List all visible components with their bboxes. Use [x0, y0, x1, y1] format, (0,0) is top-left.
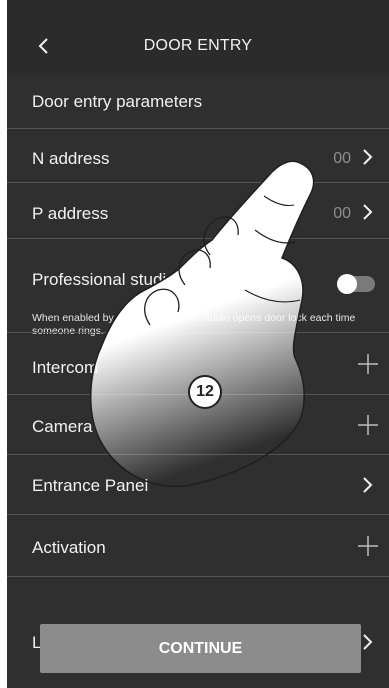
plus-icon [358, 354, 378, 374]
header-bar: DOOR ENTRY [7, 0, 389, 76]
activation-label: Activation [32, 538, 106, 557]
professional-studio-toggle[interactable] [337, 274, 375, 294]
page-title: DOOR ENTRY [143, 37, 253, 54]
chevron-right-icon [363, 477, 373, 493]
n-address-row[interactable]: N address 00 [7, 128, 389, 182]
chevron-right-icon [363, 204, 373, 220]
activation-row[interactable]: Activation [7, 514, 389, 576]
chevron-right-icon [363, 149, 373, 165]
n-address-label: N address [32, 149, 110, 168]
chevron-right-icon [363, 634, 373, 650]
app-screen: DOOR ENTRY Door entry parameters N addre… [7, 0, 389, 688]
section-title: Door entry parameters [32, 92, 203, 111]
n-address-value: 00 [333, 150, 351, 167]
toggle-knob [337, 274, 357, 294]
intercom-label: Intercom [32, 358, 99, 377]
camera-label: Camera [32, 417, 93, 436]
professional-studio-label: Professional studio [32, 270, 176, 289]
step-number-badge: 12 [188, 375, 222, 409]
p-address-label: P address [32, 204, 109, 223]
p-address-value: 00 [333, 205, 351, 222]
plus-icon [358, 415, 378, 435]
p-address-row[interactable]: P address 00 [7, 182, 389, 238]
entrance-panel-row[interactable]: Entrance Panel [7, 454, 389, 514]
continue-button[interactable]: CONTINUE [40, 624, 361, 673]
entrance-panel-label: Entrance Panel [32, 476, 149, 495]
plus-icon [358, 536, 378, 556]
